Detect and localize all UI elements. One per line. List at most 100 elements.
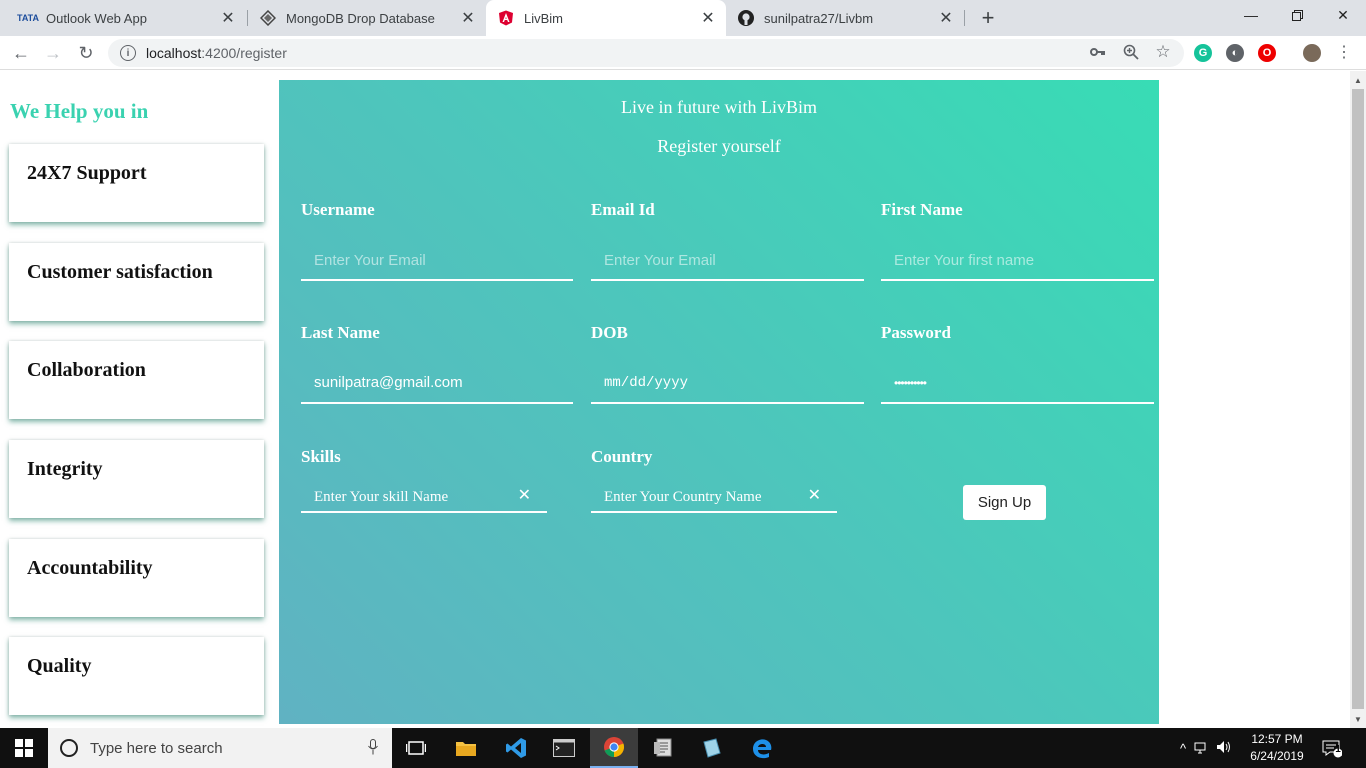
scroll-up-icon[interactable]: ▲ [1350, 73, 1366, 87]
forward-arrow-icon[interactable]: → [40, 40, 66, 66]
back-arrow-icon[interactable]: ← [8, 40, 34, 66]
bookmark-star-icon[interactable]: ☆ [1152, 41, 1174, 63]
tab-livbim[interactable]: LivBim ✕ [486, 0, 726, 36]
tab-github[interactable]: sunilpatra27/Livbm ✕ [726, 0, 964, 36]
menu-dots-icon[interactable]: ⋮ [1333, 41, 1355, 63]
volume-icon[interactable] [1216, 740, 1232, 757]
tab-title: MongoDB Drop Database [286, 10, 435, 26]
microphone-icon[interactable] [368, 738, 378, 758]
feature-card-label: Quality [27, 655, 92, 677]
last-name-field[interactable]: sunilpatra@gmail.com [301, 364, 573, 404]
chrome-icon[interactable] [590, 728, 638, 768]
info-icon[interactable]: i [120, 45, 136, 61]
register-panel: Live in future with LivBim Register your… [279, 80, 1159, 724]
feature-card: Quality [9, 637, 264, 715]
system-tray: ^ [1180, 728, 1232, 768]
network-icon[interactable] [1194, 740, 1210, 757]
feature-card: Integrity [9, 440, 264, 518]
windows-taskbar: Type here to search ^ 12:57 PM 6/24/2019… [0, 728, 1366, 768]
help-title: We Help you in [10, 99, 149, 123]
password-field[interactable]: •••••••••• [881, 364, 1154, 404]
extension-icon[interactable]: ◐ [1226, 44, 1244, 62]
email-label: Email Id [591, 200, 655, 219]
taskbar-search[interactable]: Type here to search [48, 728, 392, 768]
file-explorer-icon[interactable] [442, 728, 490, 768]
clock-date: 6/24/2019 [1250, 749, 1304, 763]
sign-up-button[interactable]: Sign Up [963, 485, 1046, 520]
key-icon[interactable] [1087, 41, 1109, 63]
avatar[interactable] [1303, 44, 1321, 62]
feature-card: 24X7 Support [9, 144, 264, 222]
notification-center-icon[interactable]: 1 [1322, 728, 1342, 768]
system-clock[interactable]: 12:57 PM 6/24/2019 [1246, 731, 1308, 765]
reload-icon[interactable]: ↻ [73, 40, 99, 66]
close-icon[interactable]: ✕ [698, 8, 718, 28]
first-name-label: First Name [881, 200, 963, 219]
tagline: Live in future with LivBim [621, 97, 817, 117]
chevron-up-icon[interactable]: ^ [1180, 741, 1186, 756]
scroll-down-icon[interactable]: ▼ [1350, 712, 1366, 726]
dob-label: DOB [591, 323, 628, 342]
scrollbar-thumb[interactable] [1352, 89, 1364, 709]
dob-field[interactable]: mm/dd/yyyy [591, 364, 864, 404]
window-close-icon[interactable]: ✕ [1320, 0, 1366, 30]
notification-count: 1 [1335, 744, 1341, 755]
windows-start-icon[interactable] [0, 728, 48, 768]
tab-title: Outlook Web App [46, 10, 147, 26]
task-view-icon[interactable] [392, 728, 440, 768]
clear-icon[interactable]: ✕ [518, 485, 531, 505]
country-field[interactable]: Enter Your Country Name ✕ [591, 474, 837, 513]
taskbar-search-placeholder: Type here to search [90, 739, 223, 757]
address-bar[interactable]: i localhost:4200/register [108, 39, 1184, 67]
angular-icon [498, 10, 514, 26]
restore-icon[interactable] [1274, 0, 1320, 30]
first-name-field [881, 241, 1154, 281]
vscode-icon[interactable] [492, 728, 540, 768]
document-app-icon[interactable] [640, 728, 688, 768]
first-name-input[interactable] [881, 241, 1154, 279]
skills-field[interactable]: Enter Your skill Name ✕ [301, 474, 547, 513]
close-icon[interactable]: ✕ [218, 8, 238, 28]
email-field [591, 241, 864, 281]
feature-card-label: 24X7 Support [27, 162, 147, 184]
grammarly-icon[interactable]: G [1194, 44, 1212, 62]
mongodb-icon [260, 10, 276, 26]
opera-icon[interactable]: O [1258, 44, 1276, 62]
cortana-icon [60, 739, 78, 757]
feature-card: Collaboration [9, 341, 264, 419]
last-name-label: Last Name [301, 323, 380, 342]
register-heading: Register yourself [657, 136, 781, 156]
password-value: •••••••••• [894, 376, 927, 390]
skills-value: Enter Your skill Name [314, 489, 449, 505]
minimize-icon[interactable]: — [1228, 0, 1274, 30]
close-icon[interactable]: ✕ [458, 8, 478, 28]
notebook-app-icon[interactable] [688, 728, 736, 768]
tab-mongodb[interactable]: MongoDB Drop Database ✕ [248, 0, 486, 36]
feature-card-label: Integrity [27, 458, 103, 480]
page-content: We Help you in 24X7 Support Customer sat… [0, 71, 1350, 728]
github-icon [738, 10, 754, 26]
email-input[interactable] [591, 241, 864, 279]
tab-outlook[interactable]: TATA Outlook Web App ✕ [8, 0, 246, 36]
terminal-icon[interactable] [540, 728, 588, 768]
zoom-icon[interactable] [1120, 41, 1142, 63]
vertical-scrollbar[interactable]: ▲ ▼ [1350, 71, 1366, 728]
clear-icon[interactable]: ✕ [808, 485, 821, 505]
close-icon[interactable]: ✕ [936, 8, 956, 28]
feature-card-label: Accountability [27, 557, 153, 579]
username-input[interactable] [301, 241, 573, 279]
new-tab-plus-icon[interactable]: + [974, 4, 1002, 32]
feature-card: Customer satisfaction [9, 243, 264, 321]
feature-card: Accountability [9, 539, 264, 617]
last-name-value: sunilpatra@gmail.com [314, 374, 463, 391]
username-field [301, 241, 573, 281]
dob-value: mm/dd/yyyy [604, 375, 689, 391]
clock-time: 12:57 PM [1251, 732, 1303, 746]
url-text: localhost:4200/register [146, 45, 287, 61]
country-label: Country [591, 447, 653, 466]
feature-card-label: Customer satisfaction [27, 261, 213, 283]
browser-toolbar: ← → ↻ i localhost:4200/register ☆ G ◐ O … [0, 36, 1366, 70]
username-label: Username [301, 200, 375, 219]
edge-icon[interactable] [738, 728, 786, 768]
tab-title: sunilpatra27/Livbm [764, 10, 874, 26]
